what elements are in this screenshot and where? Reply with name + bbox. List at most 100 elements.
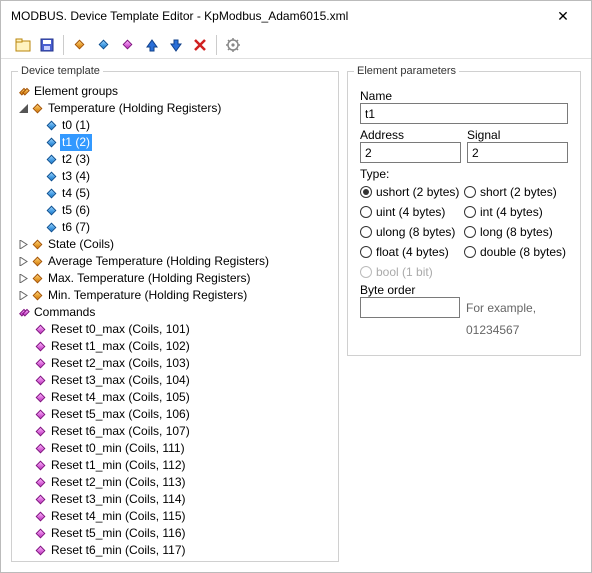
- radio-icon: [360, 266, 372, 278]
- tree-command[interactable]: Reset t6_min (Coils, 117): [18, 542, 332, 559]
- add-group-button[interactable]: [68, 34, 92, 56]
- tree-element[interactable]: t0 (1): [18, 117, 332, 134]
- diamond-magenta-icon: [36, 444, 46, 454]
- add-command-button[interactable]: [116, 34, 140, 56]
- toolbar-separator: [216, 35, 217, 55]
- diamond-blue-icon: [47, 121, 57, 131]
- title-bar: MODBUS. Device Template Editor - KpModbu…: [1, 1, 591, 31]
- tree-command[interactable]: Reset t1_min (Coils, 112): [18, 457, 332, 474]
- tree-element[interactable]: t3 (4): [18, 168, 332, 185]
- toolbar-separator: [63, 35, 64, 55]
- type-radio-long[interactable]: long (8 bytes): [464, 225, 568, 239]
- diamond-orange-icon: [33, 257, 43, 267]
- diamond-magenta-icon: [36, 376, 46, 386]
- tree-root[interactable]: Element groups: [18, 83, 332, 100]
- type-radio-bool: bool (1 bit): [360, 265, 464, 279]
- tree-command[interactable]: Reset t5_min (Coils, 116): [18, 525, 332, 542]
- type-radio-uint[interactable]: uint (4 bytes): [360, 205, 464, 219]
- diamond-orange-icon: [33, 240, 43, 250]
- tree-command[interactable]: Reset t5_max (Coils, 106): [18, 406, 332, 423]
- diamond-magenta-icon: [36, 512, 46, 522]
- byteorder-hint: For example, 01234567: [466, 297, 568, 341]
- byteorder-label: Byte order: [360, 283, 568, 297]
- diamond-orange-icon: [33, 274, 43, 284]
- address-input[interactable]: [360, 142, 461, 163]
- group-avg[interactable]: Average Temperature (Holding Registers): [18, 253, 332, 270]
- radio-icon: [464, 206, 476, 218]
- tree-command[interactable]: Reset t1_max (Coils, 102): [18, 338, 332, 355]
- diamond-magenta-icon: [36, 427, 46, 437]
- diamond-magenta-icon: [36, 529, 46, 539]
- save-file-button[interactable]: [35, 34, 59, 56]
- tree-element-selected[interactable]: t1 (2): [18, 134, 332, 151]
- diamond-orange-icon: [33, 291, 43, 301]
- radio-icon: [464, 186, 476, 198]
- radio-icon: [464, 246, 476, 258]
- device-template-panel: Device template Element groups Temperatu…: [11, 65, 339, 562]
- group-temperature[interactable]: Temperature (Holding Registers): [18, 100, 332, 117]
- tree-element[interactable]: t6 (7): [18, 219, 332, 236]
- tree-command[interactable]: Reset t0_min (Coils, 111): [18, 440, 332, 457]
- expand-icon[interactable]: [18, 273, 29, 284]
- byteorder-input[interactable]: [360, 297, 460, 318]
- expand-icon[interactable]: [18, 290, 29, 301]
- diamond-blue-icon: [47, 189, 57, 199]
- tree-element[interactable]: t2 (3): [18, 151, 332, 168]
- expand-icon[interactable]: [18, 239, 29, 250]
- tree-command[interactable]: Reset t3_max (Coils, 104): [18, 372, 332, 389]
- tree: Element groups Temperature (Holding Regi…: [18, 83, 332, 559]
- signal-input[interactable]: [467, 142, 568, 163]
- diamond-blue-icon: [47, 172, 57, 182]
- add-element-button[interactable]: [92, 34, 116, 56]
- diamond-blue-icon: [98, 40, 108, 50]
- open-file-button[interactable]: [11, 34, 35, 56]
- collapse-icon[interactable]: [18, 103, 29, 114]
- diamond-magenta-icon: [36, 478, 46, 488]
- commands-node[interactable]: Commands: [18, 304, 332, 321]
- type-radio-int[interactable]: int (4 bytes): [464, 205, 568, 219]
- tree-command[interactable]: Reset t3_min (Coils, 114): [18, 491, 332, 508]
- group-max[interactable]: Max. Temperature (Holding Registers): [18, 270, 332, 287]
- name-label: Name: [360, 89, 568, 103]
- diamond-magenta-icon: [36, 410, 46, 420]
- tree-command[interactable]: Reset t2_max (Coils, 103): [18, 355, 332, 372]
- type-radio-double[interactable]: double (8 bytes): [464, 245, 568, 259]
- group-state[interactable]: State (Coils): [18, 236, 332, 253]
- move-up-button[interactable]: [140, 34, 164, 56]
- tree-command[interactable]: Reset t0_max (Coils, 101): [18, 321, 332, 338]
- diamond-blue-icon: [47, 223, 57, 233]
- type-radio-float[interactable]: float (4 bytes): [360, 245, 464, 259]
- diamond-blue-icon: [47, 138, 57, 148]
- radio-icon: [360, 226, 372, 238]
- name-input[interactable]: [360, 103, 568, 124]
- type-radio-ulong[interactable]: ulong (8 bytes): [360, 225, 464, 239]
- signal-label: Signal: [467, 128, 568, 142]
- diamond-magenta-icon: [36, 495, 46, 505]
- radio-icon: [464, 226, 476, 238]
- tree-command[interactable]: Reset t6_max (Coils, 107): [18, 423, 332, 440]
- radio-icon: [360, 186, 372, 198]
- expand-icon[interactable]: [18, 256, 29, 267]
- settings-button[interactable]: [221, 34, 245, 56]
- radio-icon: [360, 206, 372, 218]
- type-radio-ushort[interactable]: ushort (2 bytes): [360, 185, 464, 199]
- group-icon: [18, 88, 32, 95]
- group-min[interactable]: Min. Temperature (Holding Registers): [18, 287, 332, 304]
- type-label: Type:: [360, 167, 568, 181]
- tree-command[interactable]: Reset t2_min (Coils, 113): [18, 474, 332, 491]
- tree-element[interactable]: t5 (6): [18, 202, 332, 219]
- move-down-button[interactable]: [164, 34, 188, 56]
- diamond-magenta-icon: [36, 393, 46, 403]
- diamond-orange-icon: [33, 104, 43, 114]
- diamond-magenta-icon: [36, 546, 46, 556]
- tree-command[interactable]: Reset t4_max (Coils, 105): [18, 389, 332, 406]
- tree-element[interactable]: t4 (5): [18, 185, 332, 202]
- tree-command[interactable]: Reset t4_min (Coils, 115): [18, 508, 332, 525]
- type-radio-short[interactable]: short (2 bytes): [464, 185, 568, 199]
- diamond-blue-icon: [47, 206, 57, 216]
- close-button[interactable]: ✕: [543, 8, 583, 25]
- diamond-magenta-icon: [36, 359, 46, 369]
- delete-button[interactable]: [188, 34, 212, 56]
- diamond-blue-icon: [47, 155, 57, 165]
- diamond-magenta-icon: [36, 461, 46, 471]
